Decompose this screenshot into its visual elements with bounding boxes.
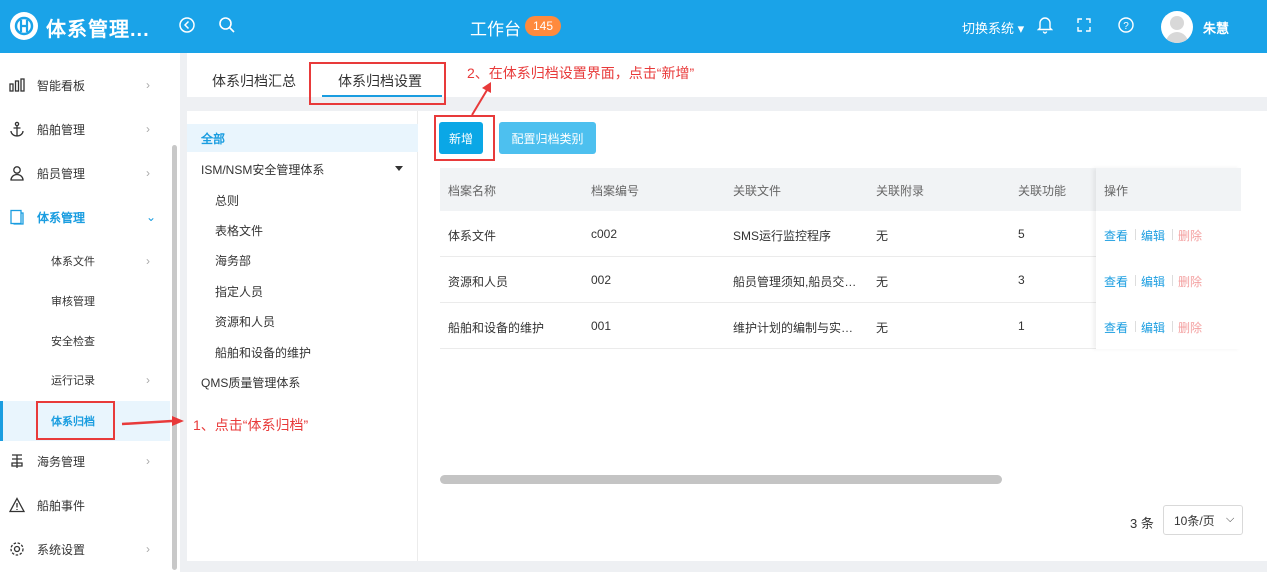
chevron-right-icon: › (146, 373, 150, 387)
svg-text:?: ? (1123, 21, 1129, 32)
column-header: 档案编号 (591, 184, 640, 198)
delete-link[interactable]: 删除 (1178, 319, 1202, 336)
sidebar-item-operation-log[interactable]: 运行记录 › (0, 360, 170, 400)
column-header: 档案名称 (448, 184, 497, 198)
sidebar-item-dashboard[interactable]: 智能看板 › (0, 65, 170, 105)
sidebar-item-system[interactable]: 体系管理 ⌄ (0, 197, 170, 237)
fullscreen-icon[interactable] (1073, 14, 1095, 36)
chevron-right-icon: › (146, 122, 150, 136)
bell-icon[interactable] (1034, 14, 1056, 36)
delete-link[interactable]: 删除 (1178, 227, 1202, 244)
annotation-box-add (434, 115, 495, 161)
workbench-badge: 145 (525, 16, 562, 36)
column-header: 操作 (1104, 184, 1129, 198)
tab-archive-summary[interactable]: 体系归档汇总 (212, 71, 296, 91)
main-content: 全部 ISM/NSM安全管理体系 总则 表格文件 海务部 指定人员 资源和人员 … (187, 111, 1267, 561)
tree-node-forms[interactable]: 表格文件 (187, 216, 418, 244)
dashboard-icon (8, 76, 26, 94)
annotation-step-1: 1、点击“体系归档” (193, 417, 309, 433)
column-header: 关联文件 (733, 184, 782, 198)
category-tree: 全部 ISM/NSM安全管理体系 总则 表格文件 海务部 指定人员 资源和人员 … (187, 111, 418, 561)
search-icon[interactable] (216, 14, 238, 36)
sidebar-item-marine[interactable]: 海务管理 › (0, 441, 170, 481)
edit-link[interactable]: 编辑 (1141, 227, 1165, 244)
tree-node-marine-dept[interactable]: 海务部 (187, 246, 418, 274)
app-title: 体系管理... (46, 19, 150, 41)
sidebar-item-audit[interactable]: 审核管理 (0, 281, 170, 321)
sidebar-item-system-files[interactable]: 体系文件 › (0, 241, 170, 281)
tree-node-all[interactable]: 全部 (187, 124, 418, 152)
help-icon[interactable]: ? (1115, 14, 1137, 36)
table-horizontal-scrollbar[interactable] (440, 475, 1002, 484)
document-icon (8, 208, 26, 226)
tree-node-qms[interactable]: QMS质量管理体系 (187, 368, 418, 396)
collapse-sidebar-icon[interactable] (176, 14, 198, 36)
tree-node-general[interactable]: 总则 (187, 186, 418, 214)
sidebar-item-safety-check[interactable]: 安全检查 (0, 321, 170, 361)
tree-node-designated[interactable]: 指定人员 (187, 277, 418, 305)
page-size-select[interactable]: 10条/页 ⌵ (1163, 505, 1243, 535)
chevron-right-icon: › (146, 78, 150, 92)
sidebar-item-ship[interactable]: 船舶管理 › (0, 109, 170, 149)
chevron-right-icon: › (146, 454, 150, 468)
tree-node-ism[interactable]: ISM/NSM安全管理体系 (187, 155, 418, 183)
column-header: 关联附录 (876, 184, 925, 198)
delete-link[interactable]: 删除 (1178, 273, 1202, 290)
sidebar-item-ship-event[interactable]: 船舶事件 (0, 485, 170, 525)
edit-link[interactable]: 编辑 (1141, 319, 1165, 336)
config-category-button[interactable]: 配置归档类别 (499, 122, 596, 154)
caret-down-icon (395, 166, 403, 171)
pager-total: 3 条 (1130, 516, 1154, 531)
edit-link[interactable]: 编辑 (1141, 273, 1165, 290)
top-bar: 体系管理... 工作台 145 切换系统 ▾ ? 朱慧 (0, 0, 1267, 53)
tree-node-maintenance[interactable]: 船舶和设备的维护 (187, 338, 418, 366)
username[interactable]: 朱慧 (1203, 18, 1229, 37)
switch-system-dropdown[interactable]: 切换系统 ▾ (962, 18, 1024, 37)
avatar[interactable] (1161, 11, 1193, 43)
chevron-right-icon: › (146, 254, 150, 268)
app-logo (10, 12, 38, 40)
annotation-box-archive (36, 401, 115, 440)
annotation-step-2: 2、在体系归档设置界面，点击“新增” (467, 65, 695, 81)
actions-column: 操作 查看 编辑 删除 查看 编辑 删除 查看 编辑 删除 (1096, 168, 1241, 349)
chevron-right-icon: › (146, 542, 150, 556)
sidebar-scrollbar[interactable] (172, 145, 177, 570)
tree-node-resources[interactable]: 资源和人员 (187, 307, 418, 335)
sidebar: 智能看板 › 船舶管理 › 船员管理 › 体系管理 ⌄ 体系文件 › 审核管理 … (0, 53, 180, 572)
annotation-box-tab (309, 62, 446, 105)
sidebar-item-settings[interactable]: 系统设置 › (0, 529, 170, 569)
warning-icon (8, 496, 26, 514)
sidebar-item-crew[interactable]: 船员管理 › (0, 153, 170, 193)
user-icon (8, 164, 26, 182)
view-link[interactable]: 查看 (1104, 227, 1128, 244)
sea-icon (8, 452, 26, 470)
chevron-down-icon: ⌄ (146, 210, 157, 224)
column-header: 关联功能 (1018, 184, 1067, 198)
workbench-label[interactable]: 工作台 (470, 15, 521, 40)
view-link[interactable]: 查看 (1104, 273, 1128, 290)
chevron-right-icon: › (146, 166, 150, 180)
view-link[interactable]: 查看 (1104, 319, 1128, 336)
chevron-down-icon: ⌵ (1226, 513, 1235, 525)
anchor-icon (8, 120, 26, 138)
gear-icon (8, 540, 26, 558)
